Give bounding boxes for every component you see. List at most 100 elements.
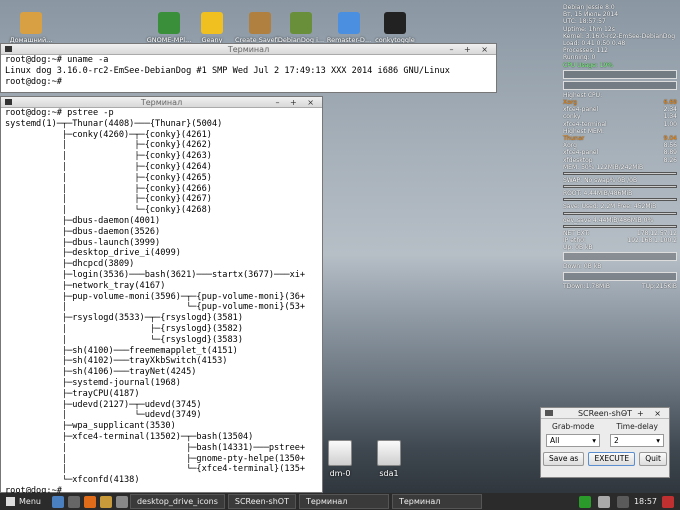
terminal-line: ├─sh(4102)───trayXkbSwitch(4153) [5, 356, 228, 367]
conky-text: Running: 0 [563, 54, 596, 62]
time-delay-select[interactable]: 2 [610, 434, 664, 447]
app-icon [338, 12, 360, 34]
terminal-line: ├─conky(4260)─┬─{conky}(4261) [5, 129, 212, 140]
execute-button[interactable]: EXECUTE [588, 452, 636, 466]
desktop-icon[interactable]: Geany [186, 12, 238, 44]
window-title: Терминал [140, 98, 183, 107]
grab-mode-select[interactable]: All [546, 434, 600, 447]
terminal-icon [5, 46, 12, 52]
terminal-line: ├─udevd(2127)─┬─udevd(3745) [5, 399, 202, 410]
text-editor-icon[interactable] [115, 495, 128, 508]
terminal-line: │ ├─{rsyslogd}(3582) [5, 323, 243, 334]
firefox-icon[interactable] [83, 495, 96, 508]
window-controls[interactable]: – + × [276, 97, 319, 108]
conky-text: UTC: 18:57:57 [563, 18, 606, 26]
terminal-line: ├─network_tray(4167) [5, 280, 166, 291]
terminal-output[interactable]: root@dog:~# uname -a Linux dog 3.16.0-rc2… [1, 55, 496, 87]
terminal-line: ├─sh(4106)───trayNet(4245) [5, 367, 197, 378]
desktop-icon[interactable]: DebianDog i... [275, 12, 327, 44]
terminal-line: │ └─{xfce4-terminal}(135+ [5, 464, 306, 475]
conky-text: ROOT: 4.44MiB/486MiB [563, 190, 633, 198]
conky-row: Thunar 9.04 [563, 135, 677, 143]
conky-text: Uptime: 1hm 12s [563, 25, 615, 33]
terminal-line: ├─dbus-daemon(3526) [5, 226, 161, 237]
drive-label: sda1 [379, 469, 399, 478]
terminal-line: ├─sh(4100)───freememapplet_t(4151) [5, 345, 238, 356]
drive-icon-sda1[interactable]: sda1 [374, 440, 404, 478]
terminal-line: │ └─{conky}(4268) [5, 205, 212, 216]
conky-row: xfdesktop 8.26 [563, 156, 677, 164]
title-bar[interactable]: Терминал – + × [1, 97, 322, 108]
conky-text: Up: 0B kB [563, 244, 593, 252]
app-icon [20, 12, 42, 34]
screenshot-app-window[interactable]: SCReen-shOT – + × Grab-mode Time-delay All… [540, 407, 670, 478]
conky-text: CPU Usage: 19% [563, 61, 614, 69]
menu-button[interactable]: Menu [0, 494, 47, 509]
show-desktop-icon[interactable] [51, 495, 64, 508]
conky-text: SWAP: No swap% 0B /0B [563, 177, 638, 185]
terminal-line: ├─dhcpcd(3809) [5, 259, 135, 270]
conky-text: Down: 0B kB [563, 263, 602, 271]
terminal-line: ├─dbus-daemon(4001) [5, 215, 161, 226]
usage-graph [563, 271, 677, 281]
terminal-line: │ ├─{conky}(4263) [5, 151, 212, 162]
terminal-window-pstree[interactable]: Терминал – + × root@dog:~# pstree -p syste… [0, 96, 323, 496]
drive-label: dm-0 [329, 469, 351, 478]
task-terminal-2[interactable]: Терминал [391, 494, 482, 509]
conky-row: NET EXT: 178.12.57.12 [563, 229, 677, 237]
terminal-line: │ └─udevd(3749) [5, 410, 202, 421]
terminal-line: │ ├─{conky}(4265) [5, 172, 212, 183]
task-desktop-drive-icons[interactable]: desktop_drive_icons [129, 494, 225, 509]
conky-row: xfce4-terminal 1.00 [563, 120, 677, 128]
terminal-line: root@dog:~# pstree -p [5, 108, 114, 118]
save-as-button[interactable]: Save as [543, 452, 585, 466]
conky-text: Highest MEM: [563, 127, 605, 135]
terminal-line: ├─xfce4-terminal(13502)─┬─bash(13504) [5, 431, 254, 442]
terminal-line: root@dog:~# uname -a [5, 55, 109, 65]
terminal-output[interactable]: root@dog:~# pstree -p systemd(1)─┬─Thunar… [1, 108, 322, 497]
network-icon[interactable] [578, 495, 591, 508]
task-screenshot[interactable]: SCReen-shOT [227, 494, 296, 509]
title-bar[interactable]: SCReen-shOT – + × [541, 408, 669, 419]
usage-graph [563, 69, 677, 79]
terminal-launcher-icon[interactable] [67, 495, 80, 508]
terminal-line: systemd(1)─┬─Thunar(4408)───{Thunar}(500… [5, 118, 223, 129]
terminal-line: │ └─{rsyslogd}(3583) [5, 334, 243, 345]
conky-text: Kernel: 3.16.0-rc2-EmSee-DebianDog [563, 32, 676, 40]
terminal-icon [5, 99, 12, 105]
terminal-line: │ ├─{conky}(4267) [5, 194, 212, 205]
power-icon[interactable] [662, 495, 674, 508]
terminal-line: ├─dbus-launch(3999) [5, 237, 161, 248]
app-icon [158, 12, 180, 34]
app-icon [545, 410, 553, 416]
clock[interactable]: 18:57 [634, 497, 657, 506]
terminal-line: ├─login(3536)───bash(3621)───startx(3677… [5, 269, 306, 280]
window-title: Терминал [227, 45, 270, 54]
volume-icon[interactable] [597, 495, 610, 508]
drive-icon [377, 440, 401, 466]
usage-graph [563, 252, 677, 262]
window-controls[interactable]: – + × [450, 44, 493, 55]
desktop-icon[interactable]: Домашний... [5, 12, 57, 44]
desktop-icon[interactable]: conkytoggle [369, 12, 421, 44]
terminal-window-uname[interactable]: Терминал – + × root@dog:~# uname -a Linux … [0, 43, 497, 93]
conky-system-monitor: Debian Jessie 8.0 Вт, 15 Июль 2014 UTC: 18… [563, 4, 677, 290]
usage-bar [563, 198, 677, 202]
quit-button[interactable]: Quit [639, 452, 667, 466]
title-bar[interactable]: Терминал – + × [1, 44, 496, 55]
conky-row: TDown:1.78MiB TUp:215KiB [563, 282, 677, 290]
conky-row: conky 1.34 [563, 113, 677, 121]
conky-text: MEM: 50% 122MiB/242MiB [563, 163, 644, 171]
terminal-line: │ ├─{conky}(4266) [5, 183, 212, 194]
conky-text: Save: Used: 2.2M Free: 452MiB [563, 203, 657, 211]
conky-text: dev_save 4.44MiB/486MiB 0% [563, 216, 654, 224]
drive-icon-dm0[interactable]: dm-0 [325, 440, 355, 478]
window-controls[interactable]: – + × [623, 408, 666, 419]
keyboard-icon[interactable] [616, 495, 629, 508]
grab-mode-label: Grab-mode [552, 422, 595, 431]
task-terminal-1[interactable]: Терминал [298, 494, 389, 509]
conky-text: Highest CPU: [563, 91, 603, 99]
desktop-icon[interactable]: Remaster-D... [323, 12, 375, 44]
file-manager-icon[interactable] [99, 495, 112, 508]
terminal-line: │ └─{pup-volume-moni}(53+ [5, 302, 306, 313]
